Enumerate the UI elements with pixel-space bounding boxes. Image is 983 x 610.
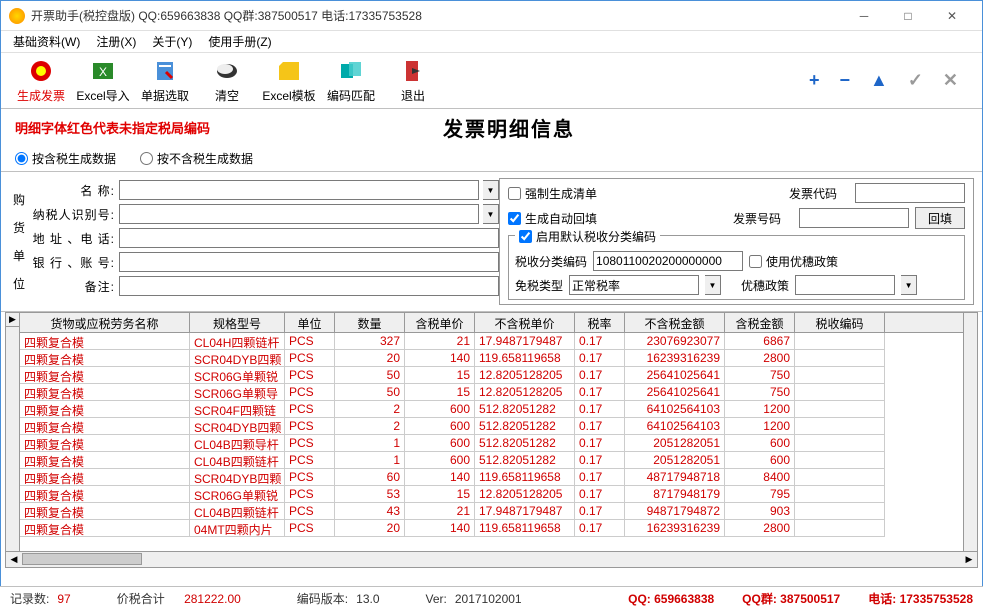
- close-button[interactable]: ✕: [930, 2, 974, 30]
- table-row[interactable]: 四颗复合模SCR04DYB四颗PCS20140119.6581196580.17…: [20, 350, 963, 367]
- tb-clear[interactable]: 清空: [197, 56, 257, 106]
- grid-header-col[interactable]: 不含税单价: [475, 313, 575, 332]
- tb-select-doc[interactable]: 单据选取: [135, 56, 195, 106]
- tb-x-icon[interactable]: ✕: [943, 70, 958, 91]
- grid-row-indicator[interactable]: ▶: [6, 313, 20, 551]
- menu-about[interactable]: 关于(Y): [146, 31, 198, 52]
- tb-excel-template[interactable]: Excel模板: [259, 56, 319, 106]
- buyer-vert-label: 购货单位: [9, 178, 29, 305]
- buyer-name-dropdown[interactable]: ▼: [483, 180, 499, 200]
- table-row[interactable]: 四颗复合模CL04H四颗链杆PCS3272117.94871794870.172…: [20, 333, 963, 350]
- record-count: 97: [57, 592, 70, 606]
- backfill-button[interactable]: 回填: [915, 207, 965, 229]
- table-row[interactable]: 四颗复合模SCR04DYB四颗PCS2600512.820512820.1764…: [20, 418, 963, 435]
- invoice-code-input[interactable]: [855, 183, 965, 203]
- table-row[interactable]: 四颗复合模04MT四颗内片PCS20140119.6581196580.1716…: [20, 520, 963, 537]
- grid-header-col[interactable]: 单位: [285, 313, 335, 332]
- table-row[interactable]: 四颗复合模SCR06G单颗锐PCS501512.82051282050.1725…: [20, 367, 963, 384]
- tb-check-icon[interactable]: ✓: [908, 70, 923, 91]
- tb-exit[interactable]: 退出: [383, 56, 443, 106]
- status-qqgroup: QQ群: 387500517: [742, 590, 840, 607]
- total-amount: 281222.00: [184, 592, 241, 606]
- detail-grid: ▶ 货物或应税劳务名称规格型号单位数量含税单价不含税单价税率不含税金额含税金额税…: [5, 312, 978, 552]
- grid-header-col[interactable]: 规格型号: [190, 313, 285, 332]
- buyer-addr-input[interactable]: [119, 228, 499, 248]
- grid-vscroll[interactable]: [963, 313, 977, 551]
- exempt-dropdown-icon[interactable]: ▼: [705, 275, 721, 295]
- table-row[interactable]: 四颗复合模SCR04DYB四颗PCS60140119.6581196580.17…: [20, 469, 963, 486]
- chk-enable-taxcode[interactable]: 启用默认税收分类编码: [515, 228, 660, 245]
- tb-plus-icon[interactable]: +: [809, 70, 820, 91]
- status-tel: 电话: 17335753528: [868, 590, 973, 607]
- red-note: 明细字体红色代表未指定税局编码: [15, 118, 210, 137]
- grid-header-col[interactable]: 货物或应税劳务名称: [20, 313, 190, 332]
- taxclass-code-input[interactable]: [593, 251, 743, 271]
- window-title: 开票助手(税控盘版) QQ:659663838 QQ群:387500517 电话…: [31, 7, 842, 24]
- chk-auto-backfill[interactable]: 生成自动回填: [508, 210, 597, 227]
- app-icon: [9, 8, 25, 24]
- table-row[interactable]: 四颗复合模SCR06G单颗锐PCS531512.82051282050.1787…: [20, 486, 963, 503]
- toolbar: 生成发票 XExcel导入 单据选取 清空 Excel模板 编码匹配 退出 + …: [1, 53, 982, 109]
- pref-policy-select[interactable]: [795, 275, 895, 295]
- chk-force-list[interactable]: 强制生成清单: [508, 185, 597, 202]
- statusbar: 记录数:97 价税合计 281222.00 编码版本:13.0 Ver:2017…: [0, 586, 983, 610]
- chk-use-pref[interactable]: 使用优穗政策: [749, 253, 838, 270]
- status-qq: QQ: 659663838: [628, 592, 714, 606]
- grid-header-col[interactable]: 税率: [575, 313, 625, 332]
- tb-generate-invoice[interactable]: 生成发票: [11, 56, 71, 106]
- buyer-taxid-input[interactable]: [119, 204, 479, 224]
- menu-register[interactable]: 注册(X): [90, 31, 142, 52]
- grid-header-col[interactable]: 不含税金额: [625, 313, 725, 332]
- grid-header-col[interactable]: 含税金额: [725, 313, 795, 332]
- titlebar: 开票助手(税控盘版) QQ:659663838 QQ群:387500517 电话…: [1, 1, 982, 31]
- buyer-name-input[interactable]: [119, 180, 479, 200]
- grid-header-col[interactable]: 税收编码: [795, 313, 885, 332]
- radio-tax-incl[interactable]: 按含税生成数据: [15, 150, 116, 167]
- minimize-button[interactable]: ─: [842, 2, 886, 30]
- table-row[interactable]: 四颗复合模CL04B四颗链杆PCS432117.94871794870.1794…: [20, 503, 963, 520]
- buyer-bank-input[interactable]: [119, 252, 499, 272]
- grid-hscroll[interactable]: ◀▶: [5, 552, 978, 568]
- menu-manual[interactable]: 使用手册(Z): [202, 31, 277, 52]
- menu-basic-data[interactable]: 基础资料(W): [7, 31, 86, 52]
- invoice-num-input[interactable]: [799, 208, 909, 228]
- remark-input[interactable]: [119, 276, 499, 296]
- svg-text:X: X: [99, 65, 107, 79]
- table-row[interactable]: 四颗复合模SCR06G单颗导PCS501512.82051282050.1725…: [20, 384, 963, 401]
- pref-dropdown-icon[interactable]: ▼: [901, 275, 917, 295]
- table-row[interactable]: 四颗复合模SCR04F四颗链PCS2600512.820512820.17641…: [20, 401, 963, 418]
- radio-tax-excl[interactable]: 按不含税生成数据: [140, 150, 253, 167]
- grid-header-col[interactable]: 数量: [335, 313, 405, 332]
- tb-code-match[interactable]: 编码匹配: [321, 56, 381, 106]
- tb-up-icon[interactable]: ▲: [870, 70, 888, 91]
- maximize-button[interactable]: □: [886, 2, 930, 30]
- grid-header-col[interactable]: 含税单价: [405, 313, 475, 332]
- tb-minus-icon[interactable]: −: [839, 70, 850, 91]
- table-row[interactable]: 四颗复合模CL04B四颗链杆PCS1600512.820512820.17205…: [20, 452, 963, 469]
- main-title: 发票明细信息: [210, 113, 808, 142]
- table-row[interactable]: 四颗复合模CL04B四颗导杆PCS1600512.820512820.17205…: [20, 435, 963, 452]
- menubar: 基础资料(W) 注册(X) 关于(Y) 使用手册(Z): [1, 31, 982, 53]
- exempt-type-select[interactable]: 正常税率: [569, 275, 699, 295]
- tb-excel-import[interactable]: XExcel导入: [73, 56, 133, 106]
- buyer-taxid-dropdown[interactable]: ▼: [483, 204, 499, 224]
